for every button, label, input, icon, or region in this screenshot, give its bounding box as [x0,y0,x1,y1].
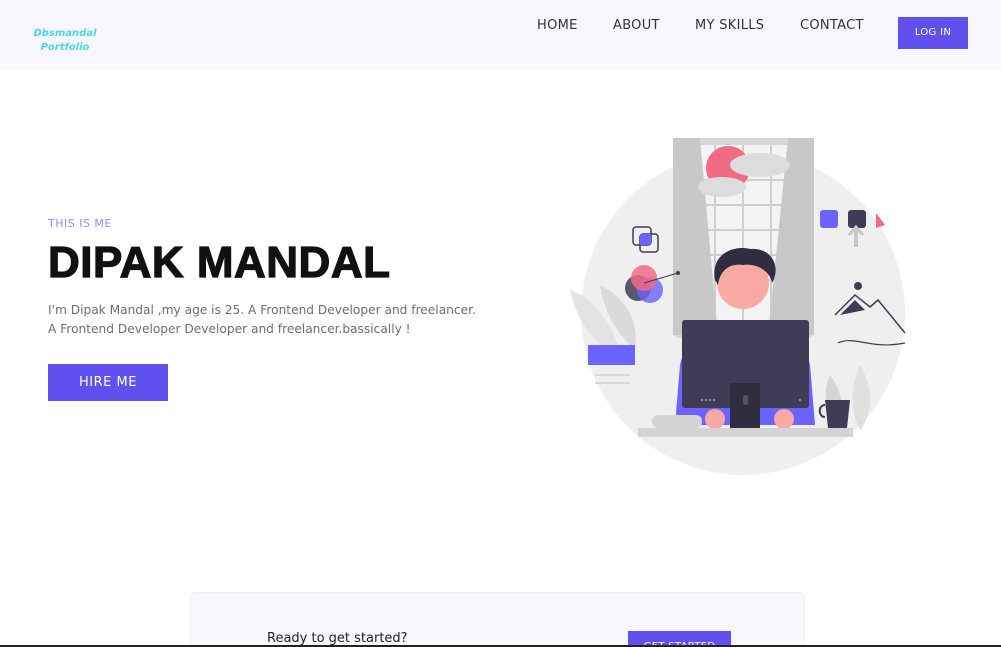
hero-title: DIPAK MANDAL [47,237,391,287]
hero-desc-line-1: I'm Dipak Mandal ,my age is 25. A Fronte… [48,303,476,317]
nav-home[interactable]: HOME [537,18,578,33]
cta-text: Ready to get started? [267,631,408,646]
logo-line-2: Portfolio [40,42,90,53]
hero-description: I'm Dipak Mandal ,my age is 25. A Fronte… [48,301,508,339]
nav-contact[interactable]: CONTACT [800,18,864,33]
login-button[interactable]: LOG IN [898,17,968,49]
get-started-card: Ready to get started? GET STARTED [190,592,805,647]
hire-me-button[interactable]: HIRE ME [48,364,168,401]
site-header: Dbsmandal Portfolio HOME ABOUT MY SKILLS… [0,0,1001,70]
nav-my-skills[interactable]: MY SKILLS [695,18,764,33]
developer-at-desk-illustration [570,138,906,475]
nav-about[interactable]: ABOUT [613,18,660,33]
hero-desc-line-2: A Frontend Developer Developer and freel… [48,322,411,336]
main-nav: HOME ABOUT MY SKILLS CONTACT [0,18,1001,38]
hero-eyebrow: THIS IS ME [48,217,112,230]
